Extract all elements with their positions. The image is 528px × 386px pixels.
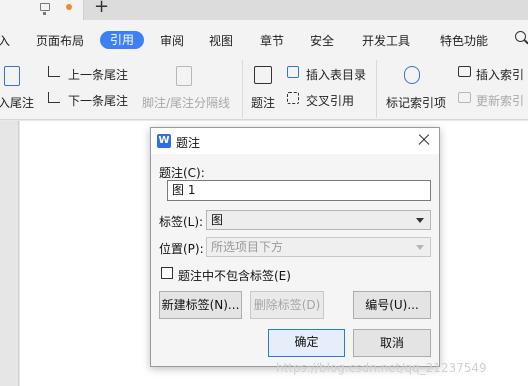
menu-special-features[interactable]: 特色功能 (440, 32, 488, 49)
cancel-button[interactable]: 取消 (353, 329, 431, 357)
label-select-value: 图 (211, 213, 224, 227)
position-select[interactable]: 所选项目下方 (206, 237, 431, 257)
next-endnote-icon (48, 92, 60, 103)
update-index-button[interactable]: 更新索引 (476, 92, 524, 109)
caption-label: 题注(C): (159, 166, 205, 180)
prev-endnote-button[interactable]: 上一条尾注 (68, 66, 128, 83)
mark-index-icon[interactable] (404, 66, 420, 84)
unsaved-dot-icon (66, 4, 72, 10)
caption-input[interactable]: 图 1 (167, 180, 431, 201)
menu-chapter[interactable]: 章节 (260, 32, 284, 49)
ribbon-separator (242, 60, 243, 118)
menu-references[interactable]: 引用 (100, 31, 144, 49)
label-select[interactable]: 图 (206, 210, 431, 230)
menu-bar: 入 页面布局 引用 审阅 视图 章节 安全 开发工具 特色功能 (0, 20, 528, 60)
exclude-label-checkbox-label[interactable]: 题注中不包含标签(E) (178, 267, 291, 284)
delete-label-button[interactable]: 删除标签(D) (250, 291, 324, 319)
menu-page-layout[interactable]: 页面布局 (36, 32, 84, 49)
table-of-figures-icon (287, 66, 299, 78)
document-tab[interactable] (0, 0, 84, 20)
insert-index-icon (458, 66, 471, 77)
new-label-button[interactable]: 新建标签(N)... (159, 291, 242, 319)
ribbon-separator (376, 60, 377, 118)
insert-endnote-icon[interactable] (4, 66, 20, 86)
caption-dialog: W 题注 题注(C): 图 1 标签(L): 图 位置(P): 所选项目下方 题… (150, 127, 440, 367)
numbering-button[interactable]: 编号(U)... (353, 291, 431, 319)
close-icon[interactable] (417, 133, 431, 147)
ribbon: 入尾注 上一条尾注 下一条尾注 脚注/尾注分隔线 题注 插入表目录 交叉引用 标… (0, 60, 528, 120)
tab-strip: + (0, 0, 528, 20)
menu-view[interactable]: 视图 (209, 32, 233, 49)
menu-review[interactable]: 审阅 (160, 32, 184, 49)
cross-reference-button[interactable]: 交叉引用 (306, 92, 354, 109)
footnote-separator-button[interactable]: 脚注/尾注分隔线 (142, 94, 230, 111)
wps-logo-icon: W (157, 134, 171, 148)
navigation-margin (0, 121, 19, 386)
update-index-icon (458, 92, 471, 103)
prev-endnote-icon (48, 66, 60, 77)
chevron-down-icon (416, 245, 424, 250)
chevron-down-icon (416, 218, 424, 223)
new-tab-button[interactable]: + (94, 0, 109, 17)
insert-index-button[interactable]: 插入索引 (476, 66, 524, 83)
cross-reference-icon (287, 92, 299, 104)
caption-button[interactable]: 题注 (251, 94, 275, 111)
menu-security[interactable]: 安全 (310, 32, 334, 49)
watermark-text: https://blog.csdn.net/qq_21237549 (276, 361, 487, 375)
insert-endnote-button[interactable]: 入尾注 (0, 94, 34, 111)
mark-index-entry-button[interactable]: 标记索引项 (386, 94, 446, 111)
dialog-title: 题注 (176, 136, 201, 150)
next-endnote-button[interactable]: 下一条尾注 (68, 92, 128, 109)
caption-icon[interactable] (254, 66, 272, 84)
dialog-title-bar[interactable]: W 题注 (151, 128, 439, 154)
footnote-separator-icon (176, 66, 192, 86)
position-select-value: 所选项目下方 (211, 240, 284, 254)
ok-button[interactable]: 确定 (268, 329, 345, 357)
search-icon[interactable] (515, 31, 526, 42)
exclude-label-checkbox[interactable] (161, 267, 173, 279)
menu-insert[interactable]: 入 (0, 32, 10, 49)
position-label: 位置(P): (159, 242, 204, 256)
insert-table-of-figures-button[interactable]: 插入表目录 (306, 66, 366, 83)
label-label: 标签(L): (159, 215, 204, 229)
menu-developer-tools[interactable]: 开发工具 (362, 32, 410, 49)
monitor-icon (40, 3, 50, 15)
